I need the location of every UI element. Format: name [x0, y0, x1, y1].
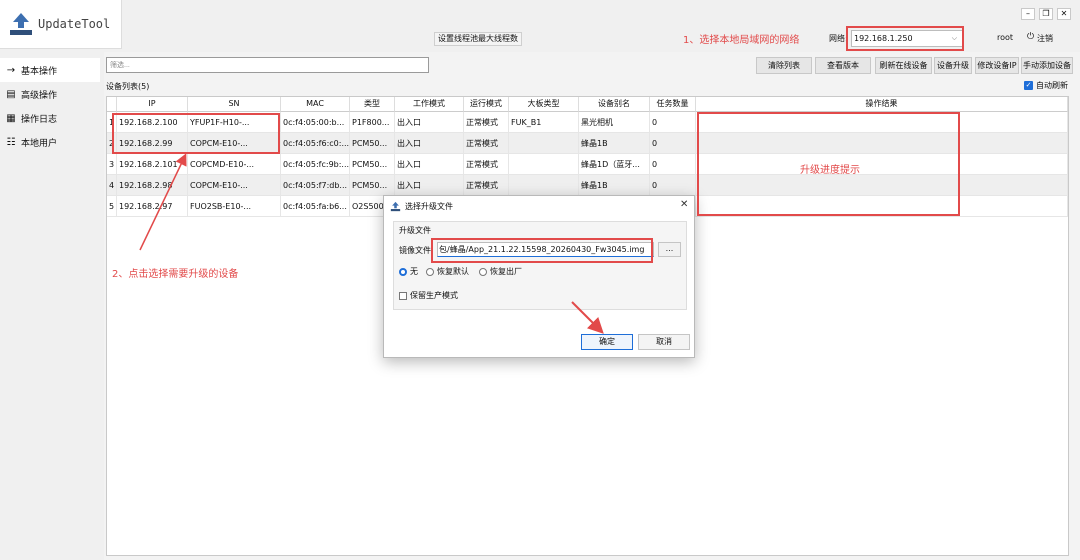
annotation-arrows — [139, 153, 604, 334]
arrow-to-device — [139, 153, 187, 251]
arrow-to-ok — [571, 301, 604, 334]
